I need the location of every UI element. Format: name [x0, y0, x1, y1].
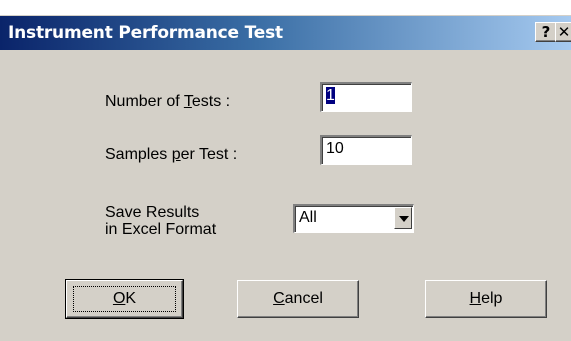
help-accesskey: H [469, 290, 482, 307]
samples-label: Samples per Test : [105, 146, 237, 164]
help-label-rest: elp [481, 290, 503, 307]
tests-label-post: ests : [191, 93, 231, 110]
ok-button[interactable]: OK [65, 279, 184, 319]
tests-label-pre: Number of [105, 93, 184, 110]
cancel-label-rest: ancel [284, 290, 323, 307]
cancel-accesskey: C [273, 290, 285, 307]
context-help-button[interactable]: ? [535, 22, 557, 42]
window-title: Instrument Performance Test [8, 23, 283, 43]
dropdown-button[interactable] [394, 207, 412, 229]
instrument-performance-dialog: Instrument Performance Test ? ✕ Number o… [0, 15, 571, 341]
chevron-down-icon [399, 216, 409, 222]
number-of-tests-input[interactable]: 1 [320, 82, 412, 112]
save-format-select[interactable]: All [293, 204, 414, 233]
samples-label-post: er Test : [180, 146, 238, 163]
samples-per-test-input[interactable]: 10 [320, 135, 412, 165]
save-format-value: All [299, 209, 317, 226]
save-results-line2: in Excel Format [105, 221, 217, 238]
samples-label-pre: Samples [105, 146, 172, 163]
cancel-button[interactable]: Cancel [237, 280, 359, 318]
samples-label-accesskey: p [171, 146, 181, 163]
close-button[interactable]: ✕ [555, 22, 571, 42]
title-bar[interactable]: Instrument Performance Test ? ✕ [0, 16, 571, 50]
close-icon: ✕ [557, 23, 571, 41]
focus-rectangle [73, 286, 176, 312]
save-results-label: Save Results in Excel Format [105, 204, 216, 238]
help-button[interactable]: Help [425, 280, 547, 318]
tests-value: 1 [326, 87, 335, 104]
question-icon: ? [541, 23, 551, 41]
tests-label-accesskey: T [183, 93, 192, 110]
samples-value: 10 [326, 140, 344, 157]
save-results-line1: Save Results [105, 204, 200, 221]
tests-label: Number of Tests : [105, 93, 230, 111]
